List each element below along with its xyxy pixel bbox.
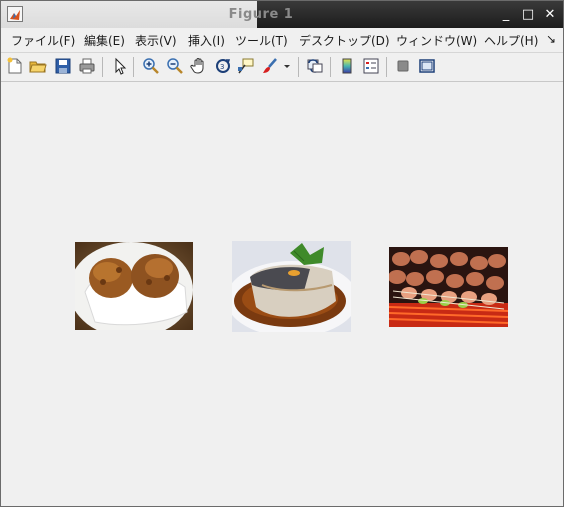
menu-edit[interactable]: 編集(E)	[84, 32, 125, 49]
menu-bar: ファイル(F) 編集(E) 表示(V) 挿入(I) ツール(T) デスクトップ(…	[1, 28, 563, 53]
open-file-icon[interactable]	[29, 57, 47, 75]
brush-dropdown-icon[interactable]	[282, 57, 292, 75]
figure-toolbar: 3	[1, 53, 563, 82]
fried-chicken-image	[75, 242, 193, 330]
colorbar-icon[interactable]	[338, 57, 356, 75]
toolbar-separator	[133, 57, 134, 77]
figure-window: Figure 1 _ □ ✕ ファイル(F) 編集(E) 表示(V) 挿入(I)…	[0, 0, 564, 507]
minimize-button[interactable]: _	[497, 6, 515, 24]
save-icon[interactable]	[54, 57, 72, 75]
figure-canvas	[1, 82, 563, 506]
select-arrow-icon[interactable]	[111, 57, 129, 75]
rotate-3d-icon[interactable]: 3	[214, 57, 232, 75]
brush-icon[interactable]	[261, 57, 279, 75]
zoom-in-icon[interactable]	[142, 57, 160, 75]
svg-text:3: 3	[220, 63, 224, 71]
menu-desktop[interactable]: デスクトップ(D)	[299, 32, 390, 49]
toolbar-separator	[298, 57, 299, 77]
hide-plot-tools-icon[interactable]	[394, 57, 412, 75]
menu-view[interactable]: 表示(V)	[135, 32, 177, 49]
toolbar-separator	[330, 57, 331, 77]
menu-tools[interactable]: ツール(T)	[235, 32, 288, 49]
title-bar[interactable]: Figure 1 _ □ ✕	[1, 1, 563, 28]
toolbar-separator	[386, 57, 387, 77]
menu-insert[interactable]: 挿入(I)	[188, 32, 225, 49]
close-button[interactable]: ✕	[541, 6, 559, 24]
menu-file[interactable]: ファイル(F)	[11, 32, 75, 49]
zoom-out-icon[interactable]	[166, 57, 184, 75]
data-cursor-icon[interactable]	[237, 57, 255, 75]
link-plot-icon[interactable]	[306, 57, 324, 75]
print-icon[interactable]	[78, 57, 96, 75]
menu-overflow-icon[interactable]: ↘	[546, 32, 556, 46]
new-figure-icon[interactable]	[6, 57, 24, 75]
simmered-fish-image	[232, 241, 351, 332]
maximize-button[interactable]: □	[519, 6, 537, 24]
window-title: Figure 1	[228, 7, 294, 22]
yakitori-image	[389, 247, 508, 327]
menu-window[interactable]: ウィンドウ(W)	[396, 32, 477, 49]
menu-help[interactable]: ヘルプ(H)	[484, 32, 538, 49]
toolbar-separator	[102, 57, 103, 77]
legend-icon[interactable]	[362, 57, 380, 75]
show-plot-tools-icon[interactable]	[418, 57, 436, 75]
pan-hand-icon[interactable]	[190, 57, 208, 75]
